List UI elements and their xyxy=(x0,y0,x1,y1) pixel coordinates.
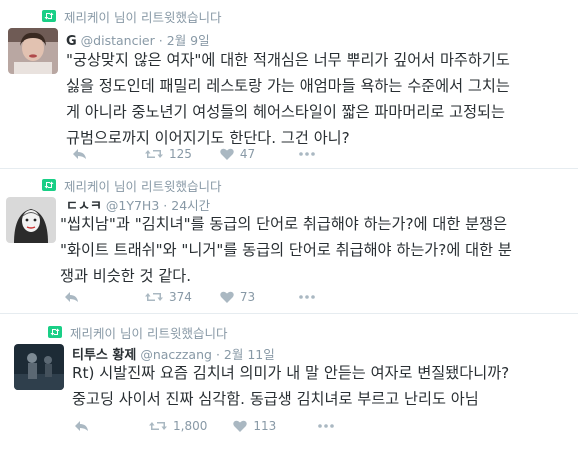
tweet-actions: 374 73 xyxy=(64,289,315,305)
reply-icon xyxy=(73,149,86,159)
retweet-button[interactable]: 125 xyxy=(145,147,192,161)
like-button[interactable]: 47 xyxy=(220,147,255,161)
like-count: 113 xyxy=(253,419,277,433)
more-icon xyxy=(299,152,315,156)
retweet-icon xyxy=(48,326,62,338)
retweet-count: 125 xyxy=(169,147,192,161)
retweet-action-icon xyxy=(149,422,167,430)
retweet-action-icon xyxy=(145,293,163,301)
retweet-context: 제리케이 님이 리트윗했습니다 xyxy=(42,8,222,25)
tweet-actions: 1,800 113 xyxy=(74,418,335,434)
heart-icon xyxy=(233,420,248,432)
tweet[interactable]: 제리케이 님이 리트윗했습니다 G @distancier · 2월 9일 "궁… xyxy=(0,0,578,168)
avatar[interactable] xyxy=(6,197,56,243)
avatar[interactable] xyxy=(8,28,58,74)
retweet-label: 제리케이 님이 리트윗했습니다 xyxy=(64,178,222,194)
separator-dot: · xyxy=(158,33,163,48)
reply-icon xyxy=(65,292,78,302)
more-icon xyxy=(299,295,315,299)
avatar[interactable] xyxy=(14,344,64,390)
like-button[interactable]: 73 xyxy=(220,290,255,304)
reply-icon xyxy=(75,421,88,431)
retweet-action-icon xyxy=(145,150,163,158)
retweet-icon xyxy=(42,179,56,191)
retweet-label: 제리케이 님이 리트윗했습니다 xyxy=(70,325,228,341)
retweet-icon xyxy=(42,10,56,22)
retweet-count: 374 xyxy=(169,290,192,304)
retweet-label: 제리케이 님이 리트윗했습니다 xyxy=(64,9,222,25)
like-count: 73 xyxy=(239,290,256,304)
more-button[interactable] xyxy=(299,295,315,299)
user-handle[interactable]: @distancier xyxy=(81,33,155,48)
tweet-text: Rt) 시발진짜 요즘 김치녀 의미가 내 말 안듣는 여자로 변질됐다니까? … xyxy=(72,364,510,408)
retweet-context: 제리케이 님이 리트윗했습니다 xyxy=(42,177,222,194)
tweet-text: "궁상맞지 않은 여자"에 대한 적개심은 너무 뿌리가 깊어서 마주하기도 싫… xyxy=(66,51,510,147)
heart-icon xyxy=(220,148,234,160)
retweet-button[interactable]: 374 xyxy=(145,290,192,304)
tweet-text: "씹치남"과 "김치녀"를 동급의 단어로 취급해야 하는가?에 대한 분쟁은 … xyxy=(60,215,512,285)
tweet-actions: 125 47 xyxy=(72,146,315,162)
tweet[interactable]: 제리케이 님이 리트윗했습니다 ㄷㅅㅋ @1Y7H3 · 24시간 "씹치남"과… xyxy=(0,169,578,311)
retweet-context: 제리케이 님이 리트윗했습니다 xyxy=(48,324,228,341)
reply-button[interactable] xyxy=(64,291,79,303)
reply-button[interactable] xyxy=(72,148,87,160)
reply-button[interactable] xyxy=(74,420,89,432)
heart-icon xyxy=(220,291,234,303)
more-button[interactable] xyxy=(299,152,315,156)
tweet[interactable]: 제리케이 님이 리트윗했습니다 티투스 황제 @naczzang · 2월 11… xyxy=(0,314,578,460)
more-icon xyxy=(318,424,335,428)
retweet-count: 1,800 xyxy=(173,419,208,433)
like-button[interactable]: 113 xyxy=(233,419,276,433)
retweet-button[interactable]: 1,800 xyxy=(149,419,207,433)
like-count: 47 xyxy=(239,147,256,161)
more-button[interactable] xyxy=(318,424,335,428)
